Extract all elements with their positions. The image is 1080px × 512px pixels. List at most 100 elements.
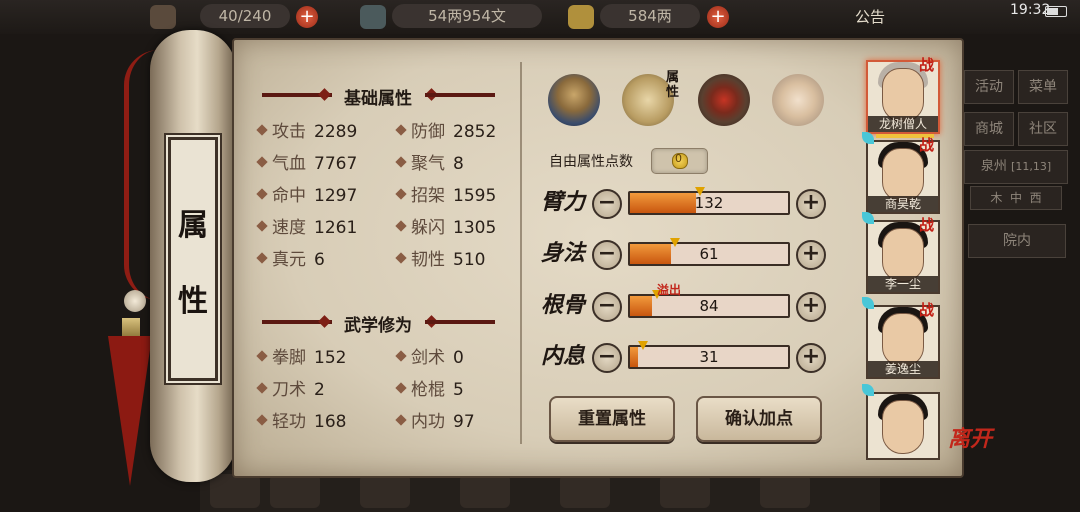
- tassel-cap: [122, 318, 140, 338]
- stat-value: 152: [314, 348, 347, 368]
- stat-fist: 拳脚 152: [256, 343, 347, 368]
- bullet-icon: [256, 220, 268, 232]
- panel-title-char-2: 性: [178, 284, 208, 319]
- attribute-bar: 61: [628, 238, 790, 266]
- stat-internal: 内功 97: [395, 407, 475, 432]
- panel-divider: [520, 62, 522, 444]
- decrease-button[interactable]: −: [592, 343, 622, 373]
- stat-value: 5: [453, 380, 464, 400]
- attribute-bar: 84: [628, 290, 790, 318]
- confirm-points-button[interactable]: 确认加点: [696, 396, 822, 442]
- decrease-button[interactable]: −: [592, 240, 622, 270]
- stat-label: 内功: [411, 412, 445, 432]
- stat-value: 510: [453, 250, 486, 270]
- bottom-nav-item[interactable]: [460, 474, 510, 508]
- shop-button[interactable]: 商城: [964, 112, 1014, 146]
- bottom-nav-item[interactable]: [760, 474, 810, 508]
- stat-label: 招架: [411, 186, 445, 206]
- notice-button[interactable]: 公告: [855, 6, 885, 27]
- bullet-icon: [256, 252, 268, 264]
- stamina-value: 40/240: [218, 7, 272, 25]
- increase-button[interactable]: +: [796, 189, 826, 219]
- stat-label: 韧性: [411, 250, 445, 270]
- increase-button[interactable]: +: [796, 292, 826, 322]
- stat-value: 1297: [314, 186, 358, 206]
- copper-display: 54两954文: [392, 4, 542, 28]
- overflow-label: 溢出: [657, 283, 682, 297]
- bullet-icon: [395, 188, 407, 200]
- bullet-icon: [256, 382, 268, 394]
- stat-label: 速度: [272, 218, 306, 238]
- bullet-icon: [395, 414, 407, 426]
- stat-dodge: 躲闪 1305: [395, 213, 496, 238]
- attribute-name-label: 内息: [541, 343, 586, 369]
- attribute-name-label: 身法: [541, 240, 586, 266]
- battle-tag: 战: [919, 136, 935, 154]
- stat-toughness: 韧性 510: [395, 245, 486, 270]
- battle-tag: 战: [919, 56, 935, 74]
- portrait-icon: [882, 68, 924, 122]
- battle-tag: 战: [919, 216, 935, 234]
- attribute-name-label: 臂力: [541, 189, 586, 215]
- increase-button[interactable]: +: [796, 240, 826, 270]
- party-member-name: 商昊乾: [868, 196, 938, 212]
- attribute-value: 61: [699, 245, 719, 263]
- stat-value: 6: [314, 250, 325, 270]
- increase-button[interactable]: +: [796, 343, 826, 373]
- add-silver-button[interactable]: +: [707, 6, 729, 28]
- location-display: 泉州 [11,13]: [964, 150, 1068, 184]
- stat-defense: 防御 2852: [395, 117, 497, 142]
- stat-value: 1595: [453, 186, 497, 206]
- menu-button[interactable]: 菜单: [1018, 70, 1068, 104]
- bottom-nav-item[interactable]: [560, 474, 610, 508]
- activity-button[interactable]: 活动: [964, 70, 1014, 104]
- bullet-icon: [256, 156, 268, 168]
- stat-label: 躲闪: [411, 218, 445, 238]
- stat-gather-qi: 聚气 8: [395, 149, 464, 174]
- bottom-nav-item[interactable]: [270, 474, 320, 508]
- tassel-bead: [124, 290, 146, 312]
- bullet-icon: [395, 350, 407, 362]
- copper-coin-icon: [360, 5, 386, 29]
- stat-value: 97: [453, 412, 475, 432]
- reset-attributes-button[interactable]: 重置属性: [549, 396, 675, 442]
- courtyard-button[interactable]: 院内: [968, 224, 1066, 258]
- bullet-icon: [256, 350, 268, 362]
- silver-display: 584两: [600, 4, 700, 28]
- bottom-nav-item[interactable]: [210, 474, 260, 508]
- add-stamina-button[interactable]: +: [296, 6, 318, 28]
- bullet-icon: [395, 124, 407, 136]
- bullet-icon: [256, 124, 268, 136]
- tassel-fringe: [108, 336, 152, 486]
- portrait-icon: [882, 148, 924, 202]
- stat-value: 2852: [453, 122, 497, 142]
- decrease-button[interactable]: −: [592, 292, 622, 322]
- character-hat-icon[interactable]: [548, 74, 600, 126]
- bottom-nav-item[interactable]: [660, 474, 710, 508]
- bagua-icon[interactable]: [698, 74, 750, 126]
- party-member-card[interactable]: [866, 392, 940, 460]
- tab-attribute-label[interactable]: 属性: [666, 70, 682, 100]
- stat-label: 剑术: [411, 348, 445, 368]
- attribute-bar: 31: [628, 341, 790, 369]
- stat-label: 攻击: [272, 122, 306, 142]
- martial-pose-icon[interactable]: [772, 74, 824, 126]
- bottom-nav-item[interactable]: [360, 474, 410, 508]
- decrease-button[interactable]: −: [592, 189, 622, 219]
- community-button[interactable]: 社区: [1018, 112, 1068, 146]
- direction-a: 木: [990, 191, 1003, 205]
- stamina-icon: [150, 5, 176, 29]
- stat-value: 7767: [314, 154, 358, 174]
- stat-value: 0: [453, 348, 464, 368]
- panel-title-char-1: 属: [178, 208, 208, 243]
- attribute-name-label: 根骨: [541, 292, 586, 318]
- battery-icon: [1045, 6, 1067, 17]
- stat-label: 枪棍: [411, 380, 445, 400]
- portrait-icon: [882, 400, 924, 454]
- stat-label: 真元: [272, 250, 306, 270]
- stat-value: 2289: [314, 122, 358, 142]
- stamina-display: 40/240: [200, 4, 290, 28]
- leave-label: 离开: [948, 426, 993, 452]
- leave-button[interactable]: 离开: [948, 428, 992, 450]
- free-points-box: 0: [651, 148, 708, 174]
